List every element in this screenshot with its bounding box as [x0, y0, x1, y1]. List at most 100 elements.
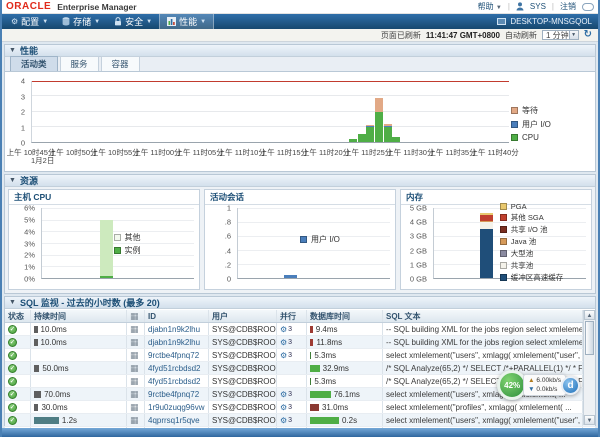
collapse-triangle-icon[interactable]: ▼ [9, 299, 16, 306]
logout-link[interactable]: 注销 [560, 1, 576, 12]
scroll-down-arrow[interactable]: ▼ [584, 415, 595, 425]
menu-bar: ⚙ 配置 ▼ 存储 ▼ 安全 ▼ 性能 ▼ DESKTOP-MNSGQOL [0, 14, 600, 29]
table-cell: -- SQL building XML for the jobs region … [383, 336, 583, 348]
refresh-icon[interactable]: ↻ [584, 30, 592, 40]
table-cell: ✓ [5, 401, 31, 413]
tab-activity-class[interactable]: 活动类 [10, 56, 58, 71]
scroll-up-arrow[interactable]: ▲ [584, 310, 595, 320]
table-cell: 4fyd51rcbdsd2 [145, 362, 209, 374]
duration-value: 1.2s [62, 416, 77, 425]
table-cell: SYS@CDB$ROOT [209, 401, 277, 413]
status-done-icon: ✓ [8, 390, 17, 399]
db-time-value: 11.8ms [316, 338, 342, 347]
sql-id-link[interactable]: 4qprrsq1r5qve [148, 416, 200, 425]
auto-refresh-label: 自动刷新 [505, 30, 537, 41]
floating-overlay-widget[interactable]: 42% ▲ 6.00kb/s ▼ 0.0kb/s d [497, 370, 580, 400]
sql-id-link[interactable]: 1r9u0zuqg96vw [148, 403, 204, 412]
db-time-value: 0.2s [342, 416, 357, 425]
y-tick-label: 6% [24, 204, 35, 213]
current-user[interactable]: SYS [530, 2, 546, 11]
plan-type-icon: ▦ [130, 337, 139, 348]
y-tick-label: 1 [227, 204, 231, 213]
memory-y-axis: 5 GB4 GB3 GB2 GB1 GB0 GB [401, 208, 431, 279]
parallel-count: 3 [288, 417, 292, 424]
activity-chart: 01234 上午 10时45分上午 10时50分上午 10时55分上午 11时0… [5, 73, 595, 171]
duration-value: 70.0ms [44, 390, 70, 399]
table-cell: 4fyd51rcbdsd2 [145, 375, 209, 387]
table-cell: djabn1n9k2lhu [145, 323, 209, 335]
sql-id-link[interactable]: 9rctbe4fpnq72 [148, 351, 199, 360]
host-cpu-legend: 其他实例 [114, 232, 141, 256]
status-done-icon: ✓ [8, 416, 17, 425]
legend-swatch-icon [500, 226, 507, 233]
duration-bar [34, 326, 38, 333]
sql-id-link[interactable]: 4fyd51rcbdsd2 [148, 364, 200, 373]
activity-chart-x-axis: 上午 10时45分上午 10时50分上午 10时55分上午 11时00分上午 1… [31, 147, 509, 156]
table-scrollbar[interactable]: ▲ ▼ [583, 310, 595, 425]
db-time-bar [310, 365, 320, 372]
stacked-bar [480, 208, 493, 278]
parallel-gears-icon: ⚙ [280, 325, 287, 334]
sql-id-link[interactable]: 4fyd51rcbdsd2 [148, 377, 200, 386]
bar-segment [100, 276, 113, 278]
menu-label: 性能 [179, 15, 197, 28]
download-arrow-icon: ▼ [528, 386, 534, 393]
column-header: 持续时间 [31, 310, 127, 322]
column-header: ID [145, 310, 209, 322]
sql-monitor-panel: ▼ SQL 监视 - 过去的小时数 (最多 20) 状态持续时间▦ID用户并行数… [4, 296, 596, 426]
bar-segment [358, 134, 366, 142]
user-value: SYS@CDB$ROOT [212, 351, 277, 360]
sql-id-link[interactable]: 9rctbe4fpnq72 [148, 390, 199, 399]
duration-bar [34, 339, 38, 346]
legend-label: 共享 I/O 池 [511, 224, 548, 235]
table-cell: ✓ [5, 336, 31, 348]
legend-item: Java 池 [500, 236, 564, 247]
gridline [42, 208, 194, 209]
sql-text: -- SQL building XML for the jobs region … [386, 338, 583, 347]
legend-label: 其他 SGA [511, 212, 544, 223]
column-header: SQL 文本 [383, 310, 583, 322]
help-menu[interactable]: 帮助 ▼ [478, 1, 502, 12]
table-cell: SYS@CDB$ROOT [209, 414, 277, 426]
sql-id-link[interactable]: djabn1n9k2lhu [148, 325, 200, 334]
x-tick-label: 上午 11时20分 [302, 147, 350, 158]
x-tick-label: 上午 11时05分 [175, 147, 223, 158]
feedback-bubble-icon[interactable] [582, 3, 594, 11]
y-tick-label: 1 [21, 123, 25, 132]
legend-item: 大型池 [500, 248, 564, 259]
page-refreshed-time: 11:41:47 GMT+0800 [426, 31, 500, 40]
table-row[interactable]: ✓1.2s▦4qprrsq1r5qveSYS@CDB$ROOT⚙30.2ssel… [5, 414, 595, 427]
memory-legend: PGA其他 SGA共享 I/O 池Java 池大型池共享池缓冲区高速缓存 [500, 202, 564, 283]
sql-id-link[interactable]: djabn1n9k2lhu [148, 338, 200, 347]
menu-configure[interactable]: ⚙ 配置 ▼ [4, 14, 55, 29]
auto-refresh-select[interactable]: 1 分钟 ▼ [542, 30, 579, 40]
gridline [238, 208, 390, 209]
activity-stacked-bar [349, 81, 357, 142]
scrollbar-thumb[interactable] [585, 321, 594, 355]
auto-refresh-value: 1 分钟 [546, 30, 569, 41]
floating-ball-icon[interactable]: d [561, 376, 580, 395]
menu-storage[interactable]: 存储 ▼ [55, 14, 107, 29]
column-header: 状态 [5, 310, 31, 322]
table-cell: ▦ [127, 375, 145, 387]
table-row[interactable]: ✓10.0ms▦djabn1n9k2lhuSYS@CDB$ROOT⚙39.4ms… [5, 323, 595, 336]
legend-label: CPU [522, 133, 539, 142]
tab-containers[interactable]: 容器 [101, 56, 140, 71]
divider: | [552, 2, 554, 11]
table-cell: 11.8ms [307, 336, 383, 348]
table-row[interactable]: ✓▦9rctbe4fpnq72SYS@CDB$ROOT⚙35.3msselect… [5, 349, 595, 362]
table-cell: SYS@CDB$ROOT [209, 362, 277, 374]
menu-performance[interactable]: 性能 ▼ [159, 14, 214, 29]
y-tick-label: 3 GB [410, 232, 427, 241]
tab-services[interactable]: 服务 [60, 56, 99, 71]
user-value: SYS@CDB$ROOT [212, 338, 277, 347]
x-tick-label: 上午 11时25分 [344, 147, 392, 158]
collapse-triangle-icon[interactable]: ▼ [9, 47, 16, 54]
collapse-triangle-icon[interactable]: ▼ [9, 177, 16, 184]
duration-bar [34, 417, 59, 424]
menu-security[interactable]: 安全 ▼ [107, 14, 159, 29]
table-row[interactable]: ✓30.0ms▦1r9u0zuqg96vwSYS@CDB$ROOT⚙331.0m… [5, 401, 595, 414]
db-time-bar [310, 326, 313, 333]
menu-label: 安全 [125, 15, 143, 28]
table-row[interactable]: ✓10.0ms▦djabn1n9k2lhuSYS@CDB$ROOT⚙311.8m… [5, 336, 595, 349]
